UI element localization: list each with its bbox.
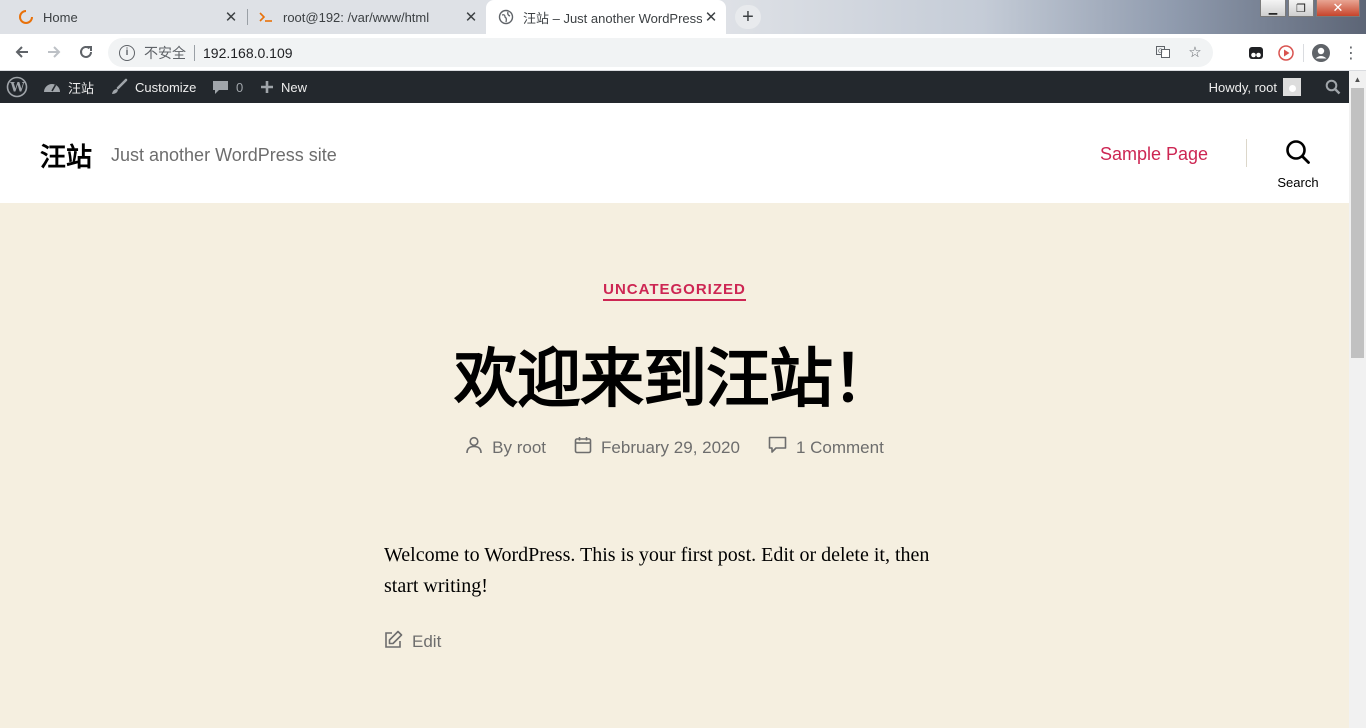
tab-home[interactable]: Home ✕ <box>0 0 246 34</box>
address-bar[interactable]: i 不安全 192.168.0.109 G ☆ <box>108 38 1213 67</box>
my-account-menu[interactable]: Howdy, root <box>1209 71 1301 103</box>
wordpress-logo-menu[interactable]: W <box>6 71 35 103</box>
site-name-menu[interactable]: 汪站 <box>43 71 94 103</box>
edit-label: Edit <box>412 632 442 651</box>
close-tab-icon[interactable]: ✕ <box>222 8 240 26</box>
post-comments[interactable]: 1 Comment <box>768 436 884 459</box>
post-category-wrap: UNCATEGORIZED <box>0 281 1349 301</box>
search-toggle-button[interactable]: Search <box>1272 139 1324 190</box>
omnibox-actions: G ☆ <box>1153 42 1205 62</box>
maximize-button[interactable]: ❐ <box>1288 0 1314 17</box>
customize-label: Customize <box>135 79 197 95</box>
new-content-menu[interactable]: New <box>260 71 307 103</box>
profile-icon[interactable] <box>1306 40 1336 66</box>
tampermonkey-icon[interactable] <box>1241 40 1271 66</box>
page-scrollbar[interactable]: ▲ <box>1349 71 1366 728</box>
calendar-icon <box>574 436 592 459</box>
tab-terminal[interactable]: root@192: /var/www/html ✕ <box>248 0 486 34</box>
search-icon <box>1285 139 1311 170</box>
globe-icon <box>498 9 514 25</box>
scroll-up-arrow-icon[interactable]: ▲ <box>1349 71 1366 88</box>
translate-icon[interactable]: G <box>1153 42 1173 62</box>
comment-icon <box>768 436 787 459</box>
extensions-area: ⋮ <box>1241 40 1366 66</box>
wp-admin-bar: W 汪站 Customize 0 New Howdy, root <box>0 71 1349 103</box>
post-comments-label: 1 Comment <box>795 437 884 457</box>
new-tab-button[interactable]: + <box>735 5 761 29</box>
forward-button[interactable] <box>41 40 67 64</box>
minimize-button[interactable]: ▁ <box>1260 0 1286 17</box>
plus-icon <box>260 80 274 94</box>
site-title[interactable]: 汪站 <box>40 137 92 174</box>
forward-arrow-icon <box>48 46 61 58</box>
info-icon[interactable]: i <box>119 44 135 61</box>
comments-link[interactable]: 0 <box>212 71 243 103</box>
post-author[interactable]: By root <box>465 436 546 459</box>
close-tab-icon[interactable]: ✕ <box>702 8 720 26</box>
toolbar-divider <box>1303 44 1304 62</box>
new-label: New <box>281 79 308 95</box>
post-meta: By root February 29, 2020 1 Comment <box>0 436 1349 459</box>
browser-toolbar: i 不安全 192.168.0.109 G ☆ ⋮ <box>0 34 1366 71</box>
tab-wordpress[interactable]: 汪站 – Just another WordPress site ✕ <box>486 0 726 34</box>
play-extension-icon[interactable] <box>1271 40 1301 66</box>
post-category-link[interactable]: UNCATEGORIZED <box>603 281 746 301</box>
tab-title: root@192: /var/www/html <box>283 9 430 25</box>
wordpress-logo-icon: W <box>6 76 28 98</box>
window-controls: ▁ ❐ ✕ <box>1260 0 1360 17</box>
post-content: Welcome to WordPress. This is your first… <box>384 544 930 597</box>
search-icon <box>1325 79 1341 95</box>
customize-link[interactable]: Customize <box>110 71 196 103</box>
edit-post-link[interactable]: Edit <box>384 630 441 654</box>
bookmark-star-icon[interactable]: ☆ <box>1185 42 1205 62</box>
reload-icon <box>80 45 92 58</box>
close-tab-icon[interactable]: ✕ <box>462 8 480 26</box>
reload-button[interactable] <box>73 40 99 64</box>
comments-count: 0 <box>236 79 244 95</box>
tab-title: Home <box>43 9 78 25</box>
close-window-button[interactable]: ✕ <box>1316 0 1360 17</box>
paintbrush-icon <box>110 78 128 96</box>
site-description: Just another WordPress site <box>111 145 337 165</box>
edit-pencil-icon <box>384 630 403 654</box>
back-button[interactable] <box>9 40 35 64</box>
back-arrow-icon <box>15 46 28 58</box>
person-icon <box>465 436 483 459</box>
browser-tab-strip: Home ✕ root@192: /var/www/html ✕ 汪站 – Ju… <box>0 0 1366 34</box>
loading-spinner-icon <box>18 9 34 25</box>
svg-text:G: G <box>1158 48 1163 55</box>
url-text[interactable]: 192.168.0.109 <box>203 45 293 61</box>
comment-bubble-icon <box>212 79 229 95</box>
more-menu-icon[interactable]: ⋮ <box>1336 40 1366 66</box>
avatar <box>1283 78 1301 96</box>
post-title: 欢迎来到汪站！ <box>454 343 896 415</box>
terminal-icon <box>258 9 274 25</box>
site-header: 汪站 Just another WordPress site Sample Pa… <box>0 103 1349 203</box>
dashboard-icon <box>43 79 61 95</box>
howdy-label: Howdy, root <box>1208 79 1277 95</box>
header-divider <box>1246 139 1247 167</box>
admin-search[interactable] <box>1325 71 1341 103</box>
scroll-thumb[interactable] <box>1351 88 1364 358</box>
post-author-label: By root <box>492 437 547 457</box>
omnibox-divider <box>194 44 195 61</box>
post-date-label: February 29, 2020 <box>601 437 740 457</box>
security-label: 不安全 <box>144 44 186 61</box>
site-name-label: 汪站 <box>68 80 95 96</box>
nav-sample-page[interactable]: Sample Page <box>1100 144 1208 165</box>
search-toggle-label: Search <box>1277 175 1319 190</box>
post-date[interactable]: February 29, 2020 <box>574 436 740 459</box>
svg-text:W: W <box>9 81 25 96</box>
tab-title: 汪站 – Just another WordPress site <box>523 10 702 26</box>
